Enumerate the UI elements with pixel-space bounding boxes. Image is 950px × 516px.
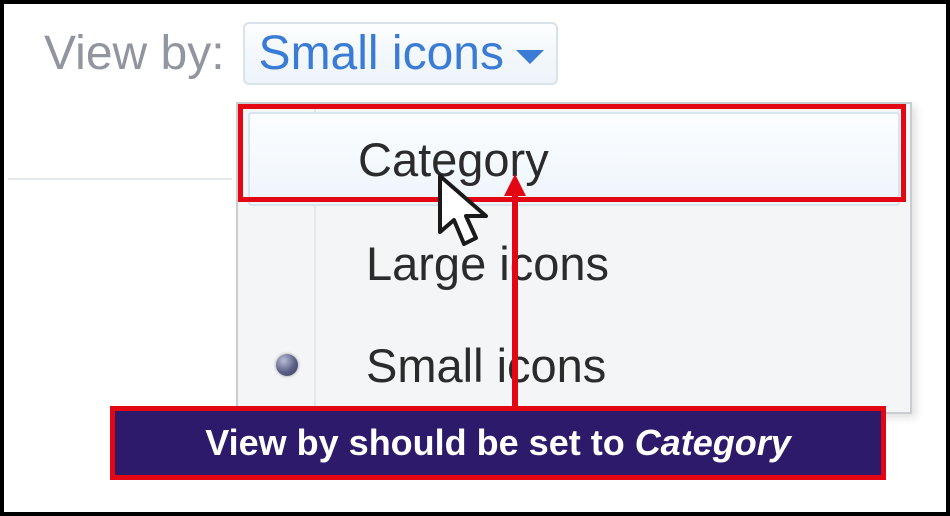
menu-item-category[interactable]: Category (248, 112, 900, 206)
menu-item-large-icons[interactable]: Large icons (248, 216, 900, 310)
divider-line (8, 178, 232, 180)
view-by-label: View by: (44, 26, 225, 81)
view-by-row: View by: Small icons (44, 22, 558, 85)
radio-selected-icon (248, 354, 326, 376)
menu-item-label: Large icons (326, 236, 609, 291)
view-by-selected-text: Small icons (259, 26, 504, 81)
annotation-callout: View by should be set to Category (110, 406, 886, 480)
menu-item-label: Small icons (326, 338, 606, 393)
menu-item-small-icons[interactable]: Small icons (248, 318, 900, 412)
view-by-dropdown[interactable]: Small icons (243, 22, 558, 85)
menu-item-label: Category (250, 132, 549, 187)
view-by-menu: Category Large icons Small icons (236, 102, 912, 414)
chevron-down-icon (516, 50, 544, 64)
annotation-text: View by should be set to Category (205, 422, 790, 464)
screenshot-frame: View by: Small icons Category Large icon… (0, 0, 950, 516)
